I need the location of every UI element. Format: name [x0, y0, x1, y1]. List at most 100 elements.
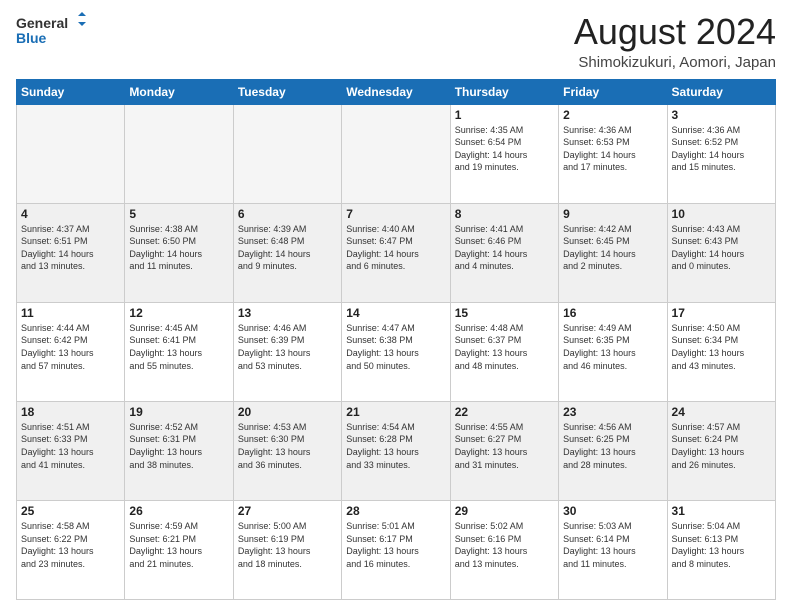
day-number: 19: [129, 405, 228, 419]
day-number: 8: [455, 207, 554, 221]
day-info: Sunrise: 4:50 AM Sunset: 6:34 PM Dayligh…: [672, 322, 771, 372]
day-info: Sunrise: 5:00 AM Sunset: 6:19 PM Dayligh…: [238, 520, 337, 570]
table-row: 19 Sunrise: 4:52 AM Sunset: 6:31 PM Dayli…: [125, 401, 233, 500]
day-number: 22: [455, 405, 554, 419]
table-row: 21Sunrise: 4:54 AM Sunset: 6:28 PM Dayli…: [342, 401, 450, 500]
day-number: 10: [672, 207, 771, 221]
day-info: Sunrise: 4:48 AM Sunset: 6:37 PM Dayligh…: [455, 322, 554, 372]
page: General Blue August 2024 Shimokizukuri, …: [0, 0, 792, 612]
day-number: 7: [346, 207, 445, 221]
day-number: 29: [455, 504, 554, 518]
day-number: 30: [563, 504, 662, 518]
table-row: 4Sunrise: 4:37 AM Sunset: 6:51 PM Daylig…: [17, 203, 125, 302]
table-row: 1 Sunrise: 4:35 AM Sunset: 6:54 PM Daylig…: [450, 104, 558, 203]
day-info: Sunrise: 4:52 AM Sunset: 6:31 PM Dayligh…: [129, 421, 228, 471]
table-row: 8 Sunrise: 4:41 AM Sunset: 6:46 PM Daylig…: [450, 203, 558, 302]
table-row: 22 Sunrise: 4:55 AM Sunset: 6:27 PM Dayli…: [450, 401, 558, 500]
day-number: 28: [346, 504, 445, 518]
day-info: Sunrise: 4:38 AM Sunset: 6:50 PM Dayligh…: [129, 223, 228, 273]
table-row: 5 Sunrise: 4:38 AM Sunset: 6:50 PM Daylig…: [125, 203, 233, 302]
day-number: 9: [563, 207, 662, 221]
table-row: 12 Sunrise: 4:45 AM Sunset: 6:41 PM Dayli…: [125, 302, 233, 401]
table-row: 17Sunrise: 4:50 AM Sunset: 6:34 PM Dayli…: [667, 302, 775, 401]
header: General Blue August 2024 Shimokizukuri, …: [16, 12, 776, 71]
day-info: Sunrise: 4:49 AM Sunset: 6:35 PM Dayligh…: [563, 322, 662, 372]
table-row: 28 Sunrise: 5:01 AM Sunset: 6:17 PM Dayli…: [342, 500, 450, 599]
day-number: 23: [563, 405, 662, 419]
table-row: 26 Sunrise: 4:59 AM Sunset: 6:21 PM Dayli…: [125, 500, 233, 599]
day-number: 16: [563, 306, 662, 320]
table-row: 20Sunrise: 4:53 AM Sunset: 6:30 PM Dayli…: [233, 401, 341, 500]
day-info: Sunrise: 4:59 AM Sunset: 6:21 PM Dayligh…: [129, 520, 228, 570]
day-info: Sunrise: 4:58 AM Sunset: 6:22 PM Dayligh…: [21, 520, 120, 570]
day-number: 27: [238, 504, 337, 518]
table-row: 25 Sunrise: 4:58 AM Sunset: 6:22 PM Dayli…: [17, 500, 125, 599]
day-info: Sunrise: 4:43 AM Sunset: 6:43 PM Dayligh…: [672, 223, 771, 273]
logo: General Blue: [16, 12, 86, 48]
table-row: 29 Sunrise: 5:02 AM Sunset: 6:16 PM Dayli…: [450, 500, 558, 599]
day-number: 2: [563, 108, 662, 122]
table-row: [17, 104, 125, 203]
day-info: Sunrise: 5:04 AM Sunset: 6:13 PM Dayligh…: [672, 520, 771, 570]
calendar-table: Sunday Monday Tuesday Wednesday Thursday…: [16, 79, 776, 600]
col-wednesday: Wednesday: [342, 79, 450, 104]
table-row: [342, 104, 450, 203]
calendar-week-row: 11 Sunrise: 4:44 AM Sunset: 6:42 PM Dayli…: [17, 302, 776, 401]
day-info: Sunrise: 4:57 AM Sunset: 6:24 PM Dayligh…: [672, 421, 771, 471]
day-number: 1: [455, 108, 554, 122]
table-row: 24 Sunrise: 4:57 AM Sunset: 6:24 PM Dayli…: [667, 401, 775, 500]
day-number: 11: [21, 306, 120, 320]
main-title: August 2024: [574, 12, 776, 52]
table-row: 11 Sunrise: 4:44 AM Sunset: 6:42 PM Dayli…: [17, 302, 125, 401]
table-row: 27 Sunrise: 5:00 AM Sunset: 6:19 PM Dayli…: [233, 500, 341, 599]
day-number: 25: [21, 504, 120, 518]
calendar-week-row: 1 Sunrise: 4:35 AM Sunset: 6:54 PM Daylig…: [17, 104, 776, 203]
table-row: 2 Sunrise: 4:36 AM Sunset: 6:53 PM Daylig…: [559, 104, 667, 203]
day-info: Sunrise: 4:53 AM Sunset: 6:30 PM Dayligh…: [238, 421, 337, 471]
day-number: 14: [346, 306, 445, 320]
day-info: Sunrise: 5:03 AM Sunset: 6:14 PM Dayligh…: [563, 520, 662, 570]
day-number: 6: [238, 207, 337, 221]
table-row: 3 Sunrise: 4:36 AM Sunset: 6:52 PM Daylig…: [667, 104, 775, 203]
day-number: 3: [672, 108, 771, 122]
day-info: Sunrise: 4:36 AM Sunset: 6:52 PM Dayligh…: [672, 124, 771, 174]
table-row: 15 Sunrise: 4:48 AM Sunset: 6:37 PM Dayli…: [450, 302, 558, 401]
day-number: 4: [21, 207, 120, 221]
day-number: 15: [455, 306, 554, 320]
calendar-week-row: 4Sunrise: 4:37 AM Sunset: 6:51 PM Daylig…: [17, 203, 776, 302]
day-number: 12: [129, 306, 228, 320]
logo-svg: General Blue: [16, 12, 86, 48]
col-sunday: Sunday: [17, 79, 125, 104]
day-number: 13: [238, 306, 337, 320]
day-info: Sunrise: 5:01 AM Sunset: 6:17 PM Dayligh…: [346, 520, 445, 570]
day-info: Sunrise: 4:45 AM Sunset: 6:41 PM Dayligh…: [129, 322, 228, 372]
table-row: 16 Sunrise: 4:49 AM Sunset: 6:35 PM Dayli…: [559, 302, 667, 401]
day-number: 26: [129, 504, 228, 518]
day-info: Sunrise: 4:56 AM Sunset: 6:25 PM Dayligh…: [563, 421, 662, 471]
day-info: Sunrise: 5:02 AM Sunset: 6:16 PM Dayligh…: [455, 520, 554, 570]
day-info: Sunrise: 4:55 AM Sunset: 6:27 PM Dayligh…: [455, 421, 554, 471]
table-row: [233, 104, 341, 203]
day-number: 5: [129, 207, 228, 221]
day-number: 18: [21, 405, 120, 419]
calendar-header-row: Sunday Monday Tuesday Wednesday Thursday…: [17, 79, 776, 104]
day-info: Sunrise: 4:35 AM Sunset: 6:54 PM Dayligh…: [455, 124, 554, 174]
table-row: 10 Sunrise: 4:43 AM Sunset: 6:43 PM Dayli…: [667, 203, 775, 302]
day-info: Sunrise: 4:41 AM Sunset: 6:46 PM Dayligh…: [455, 223, 554, 273]
col-monday: Monday: [125, 79, 233, 104]
day-info: Sunrise: 4:36 AM Sunset: 6:53 PM Dayligh…: [563, 124, 662, 174]
table-row: 7Sunrise: 4:40 AM Sunset: 6:47 PM Daylig…: [342, 203, 450, 302]
table-row: 23 Sunrise: 4:56 AM Sunset: 6:25 PM Dayli…: [559, 401, 667, 500]
col-tuesday: Tuesday: [233, 79, 341, 104]
day-info: Sunrise: 4:47 AM Sunset: 6:38 PM Dayligh…: [346, 322, 445, 372]
calendar-week-row: 25 Sunrise: 4:58 AM Sunset: 6:22 PM Dayli…: [17, 500, 776, 599]
svg-text:Blue: Blue: [16, 30, 47, 46]
table-row: 9 Sunrise: 4:42 AM Sunset: 6:45 PM Daylig…: [559, 203, 667, 302]
table-row: [125, 104, 233, 203]
day-info: Sunrise: 4:44 AM Sunset: 6:42 PM Dayligh…: [21, 322, 120, 372]
day-info: Sunrise: 4:42 AM Sunset: 6:45 PM Dayligh…: [563, 223, 662, 273]
day-info: Sunrise: 4:46 AM Sunset: 6:39 PM Dayligh…: [238, 322, 337, 372]
day-number: 24: [672, 405, 771, 419]
table-row: 30 Sunrise: 5:03 AM Sunset: 6:14 PM Dayli…: [559, 500, 667, 599]
subtitle: Shimokizukuri, Aomori, Japan: [574, 54, 776, 71]
